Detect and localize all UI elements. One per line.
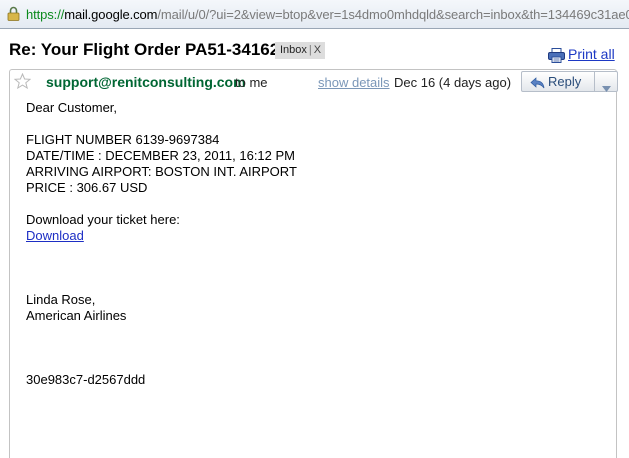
sender-address[interactable]: support@renitconsulting.com — [46, 74, 246, 90]
url-path: /mail/u/0/?ui=2&view=btop&ver=1s4dmo0mhd… — [157, 7, 629, 22]
reply-divider — [594, 72, 595, 91]
star-icon[interactable] — [13, 72, 32, 94]
reply-button[interactable]: Reply — [548, 74, 581, 89]
body-price: PRICE : 306.67 USD — [26, 180, 148, 195]
body-airport: ARRIVING AIRPORT: BOSTON INT. AIRPORT — [26, 164, 297, 179]
chevron-down-icon[interactable] — [602, 79, 611, 97]
signature-name: Linda Rose, — [26, 292, 96, 307]
body-code: 30e983c7-d2567ddd — [26, 372, 146, 387]
remove-label-button[interactable]: X — [314, 44, 321, 56]
printer-icon — [548, 48, 565, 63]
url-protocol: https:// — [26, 7, 65, 22]
padlock-icon — [7, 6, 20, 21]
url-text[interactable]: https://mail.google.com/mail/u/0/?ui=2&v… — [26, 7, 629, 22]
message-body: Dear Customer, FLIGHT NUMBER 6139-969738… — [26, 100, 297, 388]
reply-button-group[interactable]: Reply — [521, 71, 618, 92]
recipient-text: to me — [235, 75, 268, 90]
body-flight-number: FLIGHT NUMBER 6139-9697384 — [26, 132, 220, 147]
email-page: Re: Your Flight Order PA51-34162 Inbox | X… — [0, 29, 629, 458]
show-details-link[interactable]: show details — [318, 75, 390, 90]
url-host: mail.google.com — [64, 7, 158, 22]
signature-company: American Airlines — [26, 308, 127, 323]
email-subject: Re: Your Flight Order PA51-34162 — [9, 40, 280, 59]
reply-arrow-icon — [530, 76, 545, 94]
download-link[interactable]: Download — [26, 228, 84, 243]
inbox-label-chip: Inbox | X — [275, 42, 326, 59]
print-all-link[interactable]: Print all — [568, 46, 615, 62]
label-text[interactable]: Inbox — [280, 44, 307, 56]
body-download-prompt: Download your ticket here: — [26, 212, 180, 227]
message-card: support@renitconsulting.com to me show d… — [9, 69, 618, 458]
body-greeting: Dear Customer, — [26, 100, 118, 115]
body-datetime: DATE/TIME : DECEMBER 23, 2011, 16:12 PM — [26, 148, 296, 163]
message-date: Dec 16 (4 days ago) — [394, 75, 512, 90]
address-bar[interactable]: https://mail.google.com/mail/u/0/?ui=2&v… — [0, 0, 629, 29]
